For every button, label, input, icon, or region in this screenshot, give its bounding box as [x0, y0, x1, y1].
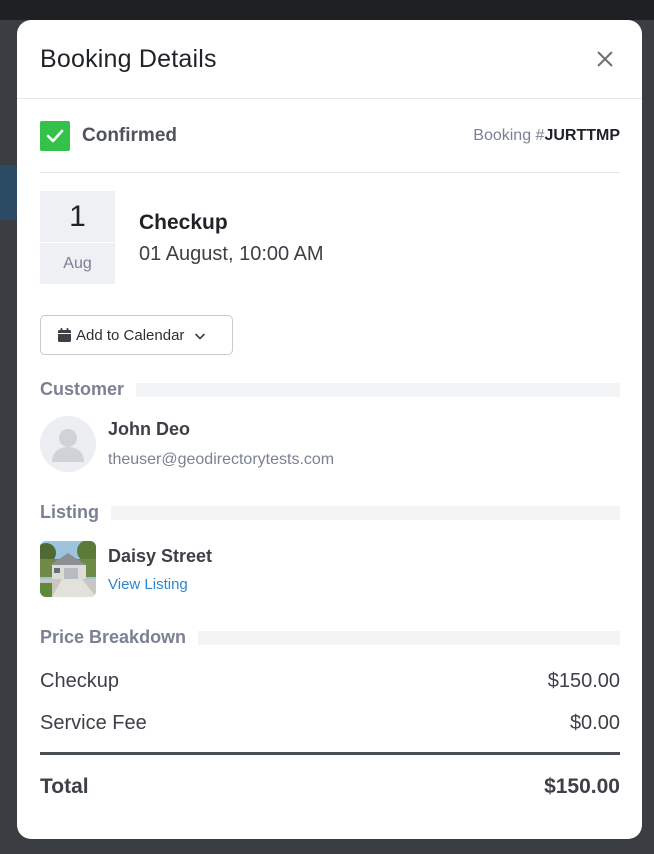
modal-body: Confirmed Booking #JURTTMP 1 Aug Checkup…: [17, 99, 642, 799]
listing-section-header: Listing: [40, 502, 620, 523]
listing-name: Daisy Street: [108, 545, 213, 566]
price-item-label: Checkup: [40, 670, 119, 692]
event-title: Checkup: [139, 211, 228, 234]
chevron-down-icon: [195, 327, 206, 344]
status-row: Confirmed Booking #JURTTMP: [40, 99, 620, 173]
customer-email: theuser@geodirectorytests.com: [108, 451, 335, 468]
listing-info: Daisy Street View Listing: [108, 546, 212, 593]
price-section-label: Price Breakdown: [40, 627, 187, 647]
backdrop: [0, 0, 654, 20]
date-day: 1: [40, 191, 115, 243]
section-divider: [136, 382, 620, 397]
add-to-calendar-label: Add to Calendar: [76, 326, 185, 344]
event-row: 1 Aug Checkup 01 August, 10:00 AM: [40, 191, 620, 284]
total-row: Total $150.00: [40, 775, 620, 799]
total-label: Total: [40, 775, 89, 798]
listing-thumbnail: [40, 541, 96, 597]
price-item-row: Checkup $150.00: [40, 670, 620, 693]
total-divider: [40, 752, 620, 755]
section-divider: [111, 505, 620, 520]
price-item-amount: $150.00: [547, 670, 620, 692]
date-month: Aug: [63, 254, 92, 272]
listing-row: Daisy Street View Listing: [40, 541, 620, 597]
total-amount: $150.00: [544, 775, 620, 798]
event-info: Checkup 01 August, 10:00 AM: [139, 211, 324, 266]
checkmark-icon: [40, 120, 70, 151]
section-divider: [198, 630, 620, 645]
customer-name: John Deo: [108, 419, 191, 439]
price-section-header: Price Breakdown: [40, 627, 620, 648]
backdrop-highlight: [0, 165, 17, 220]
price-item-label: Service Fee: [40, 712, 147, 734]
booking-reference: Booking #JURTTMP: [473, 127, 620, 145]
listing-section-label: Listing: [40, 502, 99, 522]
customer-info: John Deo theuser@geodirectorytests.com: [108, 419, 334, 469]
modal-title: Booking Details: [40, 44, 217, 73]
user-avatar-icon: [40, 416, 96, 472]
close-icon[interactable]: [594, 48, 616, 70]
add-to-calendar-button[interactable]: Add to Calendar: [40, 315, 233, 355]
price-item-amount: $0.00: [569, 712, 620, 734]
booking-prefix: Booking #: [473, 126, 545, 144]
customer-section-header: Customer: [40, 379, 620, 400]
event-datetime: 01 August, 10:00 AM: [139, 243, 324, 265]
customer-row: John Deo theuser@geodirectorytests.com: [40, 416, 620, 472]
booking-code: JURTTMP: [544, 126, 620, 144]
status-label: Confirmed: [82, 124, 177, 146]
customer-section-label: Customer: [40, 379, 125, 399]
view-listing-link[interactable]: View Listing: [108, 576, 212, 593]
status-indicator: Confirmed: [40, 120, 177, 151]
modal-header: Booking Details: [17, 20, 642, 99]
date-badge: 1 Aug: [40, 191, 115, 284]
price-item-row: Service Fee $0.00: [40, 712, 620, 735]
booking-details-modal: Booking Details Confirmed Booking #JURTT…: [17, 20, 642, 839]
calendar-icon: [58, 328, 71, 342]
